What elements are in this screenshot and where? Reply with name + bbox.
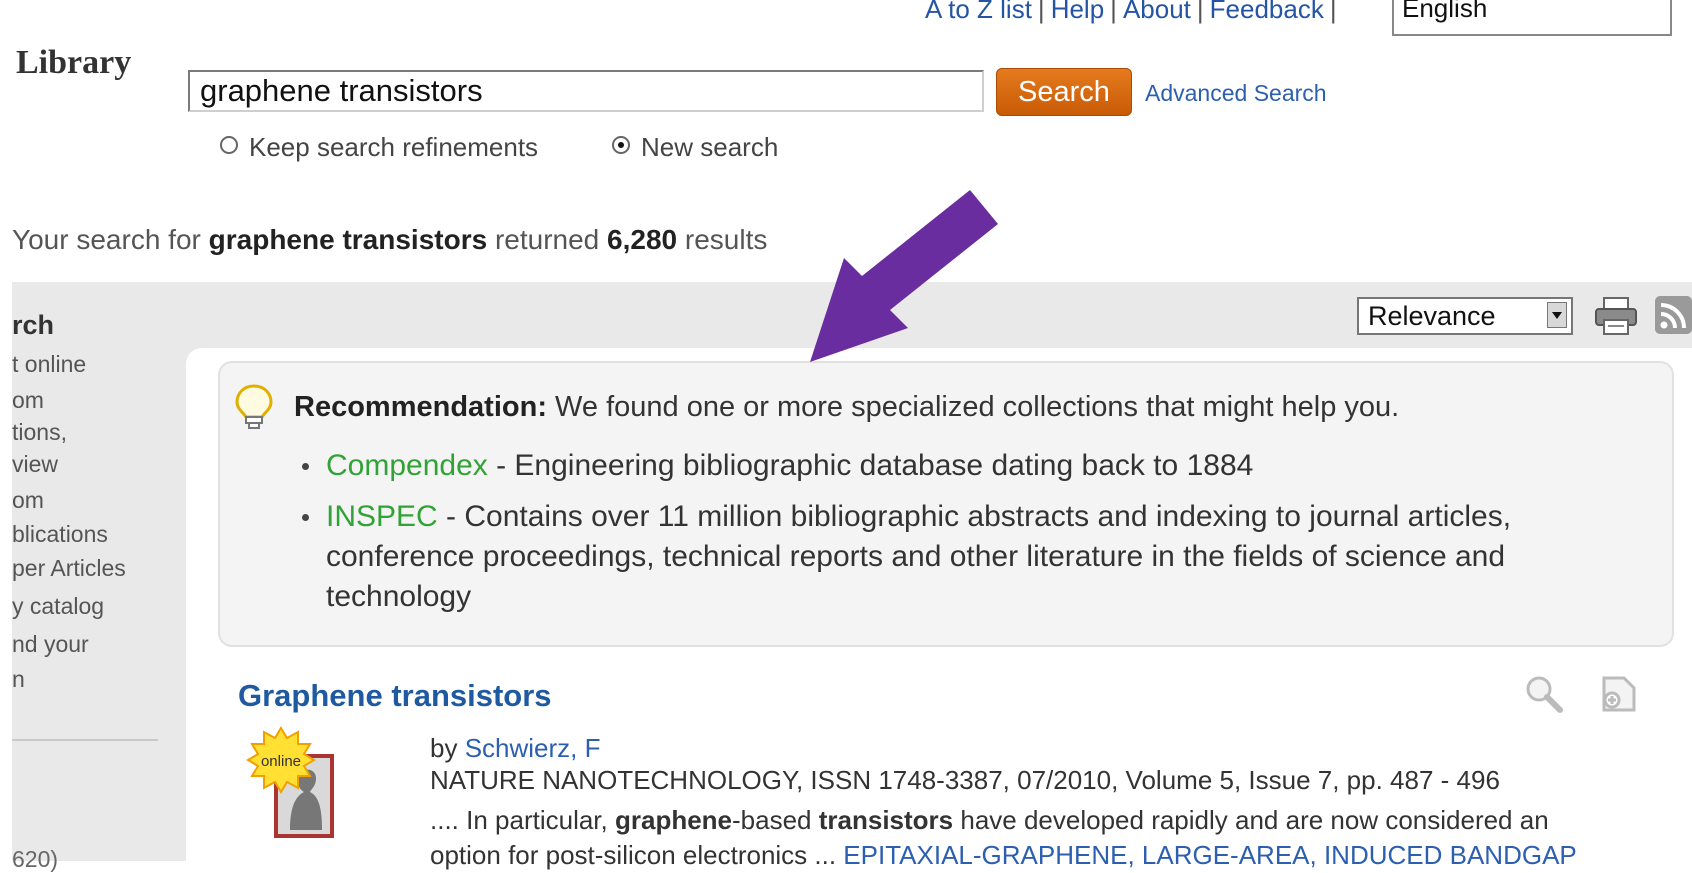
keep-refinements-radio[interactable]	[220, 136, 238, 154]
sidebar-item[interactable]: view	[12, 447, 162, 481]
summary-query: graphene transistors	[208, 224, 488, 255]
library-logo: Library	[16, 44, 132, 81]
bullet	[302, 514, 309, 521]
rss-icon[interactable]	[1655, 296, 1692, 334]
magnify-icon[interactable]	[1524, 674, 1564, 714]
result-title-link[interactable]: Graphene transistors	[238, 678, 552, 714]
compendex-link[interactable]: Compendex	[326, 449, 488, 482]
inspec-link[interactable]: INSPEC	[326, 500, 438, 533]
sidebar-count: 620)	[12, 846, 59, 872]
top-link-a-to-z[interactable]: A to Z list	[925, 0, 1032, 22]
sidebar-item[interactable]: tions,	[12, 417, 162, 447]
result-snippet: .... In particular, graphene-based trans…	[430, 805, 1549, 835]
chevron-down-icon[interactable]	[1547, 302, 1567, 328]
result-source: NATURE NANOTECHNOLOGY, ISSN 1748-3387, 0…	[430, 765, 1500, 795]
print-icon[interactable]	[1594, 296, 1638, 336]
result-snippet-continued: option for post-silicon electronics ... …	[430, 840, 1577, 870]
author-link[interactable]: Schwierz, F	[465, 733, 601, 763]
sidebar-item[interactable]: y catalog	[12, 587, 162, 625]
new-search-radio[interactable]	[612, 136, 630, 154]
sidebar: rch t online om tions, view om blication…	[12, 305, 162, 695]
results-summary: Your search for graphene transistors ret…	[12, 224, 768, 255]
top-link-about[interactable]: About	[1123, 0, 1191, 22]
lightbulb-icon	[235, 384, 273, 429]
sidebar-item[interactable]: n	[12, 663, 162, 695]
sidebar-item[interactable]: per Articles	[12, 549, 162, 587]
sidebar-heading: rch	[12, 310, 55, 340]
online-badge: online	[246, 726, 334, 838]
summary-count: 6,280	[607, 224, 678, 255]
search-button[interactable]: Search	[996, 68, 1132, 116]
sidebar-item[interactable]: nd your	[12, 625, 162, 663]
annotation-arrow	[810, 190, 998, 362]
new-search-label: New search	[641, 132, 779, 162]
recommendation-item: INSPEC - Contains over 11 million biblio…	[302, 497, 1626, 617]
recommendation-item: Compendex - Engineering bibliographic da…	[302, 446, 1253, 486]
language-select[interactable]: English	[1392, 0, 1672, 36]
top-link-help[interactable]: Help	[1051, 0, 1104, 22]
keep-refinements-label: Keep search refinements	[249, 132, 539, 162]
add-to-folder-icon[interactable]	[1598, 672, 1640, 714]
sidebar-item[interactable]: om	[12, 481, 162, 519]
sidebar-item[interactable]: t online	[12, 345, 162, 383]
sidebar-item[interactable]: om	[12, 383, 162, 417]
sort-value: Relevance	[1368, 301, 1496, 331]
result-subjects[interactable]: EPITAXIAL-GRAPHENE, LARGE-AREA, INDUCED …	[836, 840, 1576, 870]
online-badge-label: online	[261, 753, 301, 770]
search-input[interactable]	[188, 70, 984, 112]
sidebar-item[interactable]: blications	[12, 519, 162, 549]
result-author-line: by Schwierz, F	[430, 733, 601, 763]
recommendation-text: Recommendation: We found one or more spe…	[294, 391, 1400, 423]
recommendation-label: Recommendation:	[294, 391, 547, 423]
sidebar-divider	[12, 739, 158, 741]
advanced-search-link[interactable]: Advanced Search	[1145, 80, 1327, 107]
top-link-feedback[interactable]: Feedback	[1210, 0, 1324, 22]
top-links: A to Z list | Help | About | Feedback |	[925, 0, 1337, 24]
bullet	[302, 463, 309, 470]
